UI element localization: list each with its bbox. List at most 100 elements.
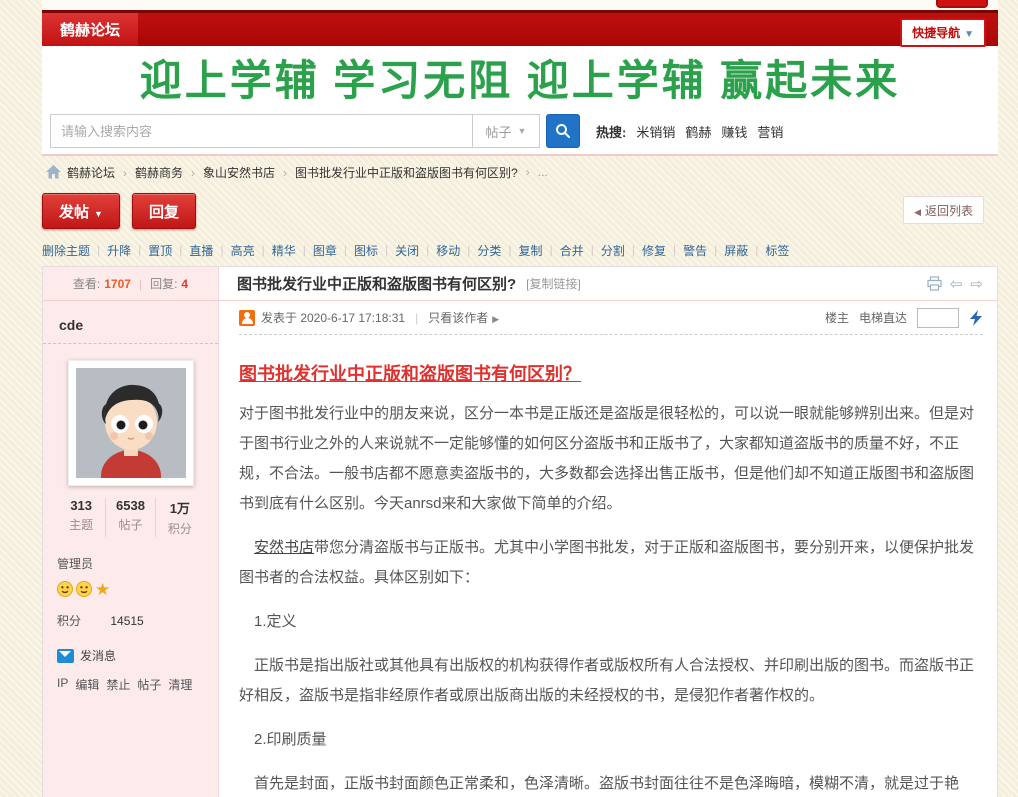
mod-link[interactable]: 置顶 xyxy=(148,242,172,259)
search-type-select[interactable]: 帖子 ▼ xyxy=(472,114,540,148)
search-row: 帖子 ▼ 热搜: 米销销 鹤赫 赚钱 营销 xyxy=(42,108,998,154)
author-admin-actions: IP 编辑 禁止 帖子 清理 xyxy=(57,676,204,693)
stat-credits[interactable]: 1万 积分 xyxy=(155,498,204,537)
ad-banner[interactable]: 迎上学辅 学习无阻 迎上学辅 赢起未来 xyxy=(42,46,998,108)
stat-label: 积分 xyxy=(156,520,204,537)
search-input[interactable] xyxy=(50,114,472,148)
replies-count: 4 xyxy=(181,277,188,291)
send-message-link[interactable]: 发消息 xyxy=(80,647,116,664)
header-block: 迎上学辅 学习无阻 迎上学辅 赢起未来 帖子 ▼ xyxy=(42,46,998,156)
post-paragraph: 首先是封面，正版书封面颜色正常柔和，色泽清晰。盗版书封面往往不是色泽晦暗，模糊不… xyxy=(239,769,983,797)
author-sidebar: cde xyxy=(43,301,219,797)
envelope-icon xyxy=(57,649,74,663)
prev-thread-icon[interactable]: ⇦ xyxy=(950,275,963,293)
moderation-toolbar: 删除主题 升降 置顶 直播 高亮 精华 图章 图标 关闭 移动 分类 复制 合并… xyxy=(42,234,998,266)
score-label: 积分 xyxy=(57,614,81,628)
section-heading: 2.印刷质量 xyxy=(239,725,983,755)
right-triangle-icon: ▶ xyxy=(492,314,499,324)
author-medals: ★ xyxy=(57,580,204,598)
new-post-label: 发帖 xyxy=(59,204,89,221)
mod-link[interactable]: 直播 xyxy=(189,242,213,259)
admin-action-link[interactable]: 清理 xyxy=(168,676,192,693)
mod-link[interactable]: 删除主题 xyxy=(42,242,90,259)
mod-link[interactable]: 升降 xyxy=(107,242,131,259)
mod-link[interactable]: 图标 xyxy=(354,242,378,259)
navbar: 鹤赫论坛 快捷导航▼ xyxy=(42,10,998,46)
search-button[interactable] xyxy=(546,114,580,148)
stat-threads[interactable]: 313 主题 xyxy=(57,498,105,537)
mod-link[interactable]: 分类 xyxy=(477,242,501,259)
forum-logo[interactable]: 鹤赫论坛 xyxy=(42,13,138,46)
admin-action-link[interactable]: 帖子 xyxy=(137,676,161,693)
post-paragraph: 安然书店带您分清盗版书与正版书。尤其中小学图书批发，对于正版和盗版图书，要分别开… xyxy=(239,533,983,593)
stat-label: 帖子 xyxy=(106,516,154,533)
mod-link[interactable]: 标签 xyxy=(765,242,789,259)
hot-search-label: 热搜: xyxy=(596,122,626,141)
hot-keyword[interactable]: 营销 xyxy=(757,122,783,141)
back-to-list-button[interactable]: ◀返回列表 xyxy=(903,196,984,224)
reply-label: 回复 xyxy=(149,204,179,221)
mod-link[interactable]: 合并 xyxy=(560,242,584,259)
mod-link[interactable]: 修复 xyxy=(642,242,666,259)
search-group: 帖子 ▼ xyxy=(50,114,580,148)
copy-link[interactable]: [复制链接] xyxy=(526,275,581,292)
floor-label: 楼主 xyxy=(825,309,849,326)
mod-link[interactable]: 精华 xyxy=(272,242,296,259)
mod-link[interactable]: 屏蔽 xyxy=(724,242,748,259)
mod-link[interactable]: 复制 xyxy=(519,242,543,259)
post-meta-row: 发表于 2020-6-17 17:18:31 | 只看该作者▶ 楼主 电梯直达 xyxy=(239,301,983,335)
print-icon[interactable] xyxy=(927,276,942,291)
hot-search: 热搜: 米销销 鹤赫 赚钱 营销 xyxy=(596,122,783,141)
paragraph-text: 带您分清盗版书与正版书。尤其中小学图书批发，对于正版和盗版图书，要分别开来，以便… xyxy=(239,539,974,586)
post-heading[interactable]: 图书批发行业中正版和盗版图书有何区别？ xyxy=(239,359,581,389)
smiley-icon xyxy=(76,581,92,597)
mod-link[interactable]: 分割 xyxy=(601,242,625,259)
floor-jump-input[interactable] xyxy=(917,308,959,328)
breadcrumb-item-current[interactable]: 图书批发行业中正版和盗版图书有何区别? xyxy=(275,164,518,181)
thread-tools: ⇦ ⇨ xyxy=(927,275,983,293)
post-paragraph: 正版书是指出版社或其他具有出版权的机构获得作者或版权所有人合法授权、并印刷出版的… xyxy=(239,651,983,711)
avatar-image xyxy=(76,368,186,478)
section-heading: 1.定义 xyxy=(239,607,983,637)
breadcrumb-item[interactable]: 鹤赫论坛 xyxy=(67,164,115,181)
mod-link[interactable]: 关闭 xyxy=(395,242,419,259)
chevron-down-icon: ▼ xyxy=(94,209,103,219)
mod-link[interactable]: 高亮 xyxy=(231,242,255,259)
home-icon[interactable] xyxy=(46,165,61,179)
author-stats: 313 主题 6538 帖子 1万 积分 xyxy=(57,498,204,537)
admin-action-link[interactable]: IP xyxy=(57,676,68,693)
only-author-label: 只看该作者 xyxy=(428,311,488,325)
smiley-icon xyxy=(57,581,73,597)
admin-action-link[interactable]: 禁止 xyxy=(106,676,130,693)
shop-link[interactable]: 安然书店 xyxy=(254,539,314,556)
next-thread-icon[interactable]: ⇨ xyxy=(970,275,983,293)
hot-keyword[interactable]: 米销销 xyxy=(636,122,675,141)
mod-link[interactable]: 警告 xyxy=(683,242,707,259)
thread-title-bar: 图书批发行业中正版和盗版图书有何区别? [复制链接] ⇦ ⇨ xyxy=(219,267,997,300)
jump-bolt-icon[interactable] xyxy=(969,310,983,326)
views-label: 查看: xyxy=(73,275,100,292)
only-author-link[interactable]: 只看该作者 ▶ xyxy=(428,309,499,326)
hot-keyword[interactable]: 赚钱 xyxy=(721,122,747,141)
thread-title: 图书批发行业中正版和盗版图书有何区别? xyxy=(237,273,516,294)
stat-posts[interactable]: 6538 帖子 xyxy=(105,498,154,537)
admin-action-link[interactable]: 编辑 xyxy=(75,676,99,693)
hot-keyword[interactable]: 鹤赫 xyxy=(685,122,711,141)
ad-banner-text: 迎上学辅 学习无阻 迎上学辅 赢起未来 xyxy=(140,47,901,108)
elevator-label: 电梯直达 xyxy=(859,309,907,326)
new-post-button[interactable]: 发帖 ▼ xyxy=(42,193,120,229)
breadcrumb-item[interactable]: 鹤赫商务 xyxy=(115,164,183,181)
avatar[interactable] xyxy=(68,360,194,486)
quick-nav-button[interactable]: 快捷导航▼ xyxy=(900,18,986,47)
action-row: 发帖 ▼ 回复 ◀返回列表 xyxy=(42,188,998,234)
mod-link[interactable]: 图章 xyxy=(313,242,337,259)
post-paragraph: 对于图书批发行业中的朋友来说，区分一本书是正版还是盗版是很轻松的，可以说一眼就能… xyxy=(239,399,983,519)
mod-link[interactable]: 移动 xyxy=(436,242,460,259)
reply-button[interactable]: 回复 xyxy=(132,193,196,229)
stat-label: 主题 xyxy=(57,516,105,533)
thread-counters: 查看: 1707 | 回复: 4 xyxy=(43,267,219,300)
thread-header: 查看: 1707 | 回复: 4 图书批发行业中正版和盗版图书有何区别? [复制… xyxy=(43,267,997,301)
author-username[interactable]: cde xyxy=(57,313,204,343)
breadcrumb-item[interactable]: 象山安然书店 xyxy=(183,164,275,181)
send-message-row: 发消息 xyxy=(57,647,204,664)
